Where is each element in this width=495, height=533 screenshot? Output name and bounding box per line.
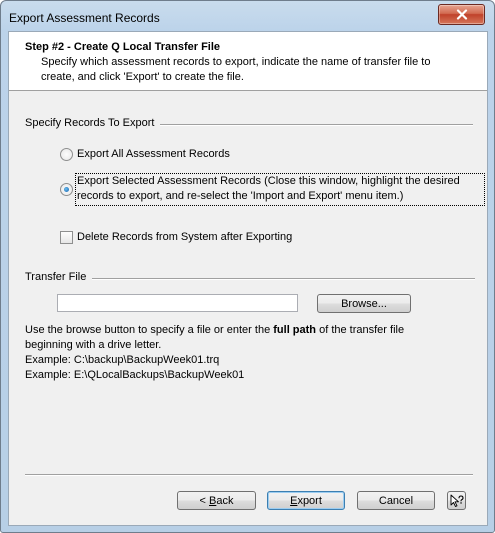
- close-icon: [456, 9, 467, 20]
- delete-records-label[interactable]: Delete Records from System after Exporti…: [77, 230, 292, 245]
- example-1: Example: C:\backup\BackupWeek01.trq: [25, 354, 220, 366]
- window-title: Export Assessment Records: [9, 11, 160, 25]
- title-bar[interactable]: Export Assessment Records: [1, 1, 494, 31]
- export-selected-radio[interactable]: [60, 183, 73, 196]
- export-button[interactable]: Export: [267, 491, 345, 510]
- delete-records-checkbox[interactable]: [60, 231, 73, 244]
- transfer-group-label: Transfer File: [25, 271, 93, 283]
- transfer-help-text: Use the browse button to specify a file …: [25, 323, 425, 353]
- help-pointer-icon: [450, 494, 464, 507]
- help-text-before: Use the browse button to specify a file …: [25, 324, 274, 336]
- records-group-label: Specify Records To Export: [25, 117, 161, 129]
- back-button-label: < Back: [199, 494, 234, 507]
- help-text-bold: full path: [273, 324, 317, 336]
- export-button-label: Export: [290, 494, 322, 507]
- transfer-group-divider: [25, 278, 475, 280]
- transfer-file-input[interactable]: [57, 294, 298, 312]
- step-title: Step #2 - Create Q Local Transfer File: [25, 41, 221, 53]
- step-description: Specify which assessment records to expo…: [41, 56, 431, 83]
- back-button[interactable]: < Back: [177, 491, 256, 510]
- export-dialog-window: Export Assessment Records Step #2 - Crea…: [0, 0, 495, 533]
- cancel-button[interactable]: Cancel: [357, 491, 435, 510]
- close-button[interactable]: [438, 4, 485, 25]
- export-all-label[interactable]: Export All Assessment Records: [77, 147, 230, 162]
- export-selected-label[interactable]: Export Selected Assessment Records (Clos…: [77, 174, 481, 204]
- cancel-button-label: Cancel: [378, 494, 414, 507]
- help-pointer-button[interactable]: [447, 491, 466, 510]
- bottom-divider: [25, 474, 473, 476]
- export-all-radio[interactable]: [60, 148, 73, 161]
- step-header-panel: Step #2 - Create Q Local Transfer File S…: [9, 32, 487, 91]
- browse-button[interactable]: Browse...: [317, 294, 411, 313]
- example-2: Example: E:\QLocalBackups\BackupWeek01: [25, 369, 245, 381]
- dialog-client-area: Step #2 - Create Q Local Transfer File S…: [8, 31, 488, 526]
